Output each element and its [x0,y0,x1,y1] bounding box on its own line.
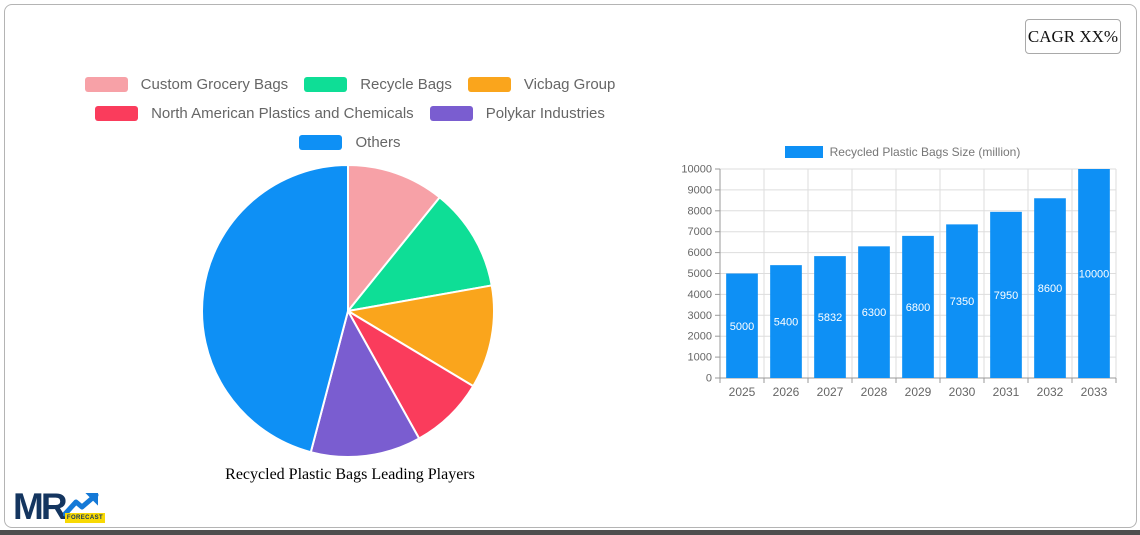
x-tick-label: 2027 [817,385,844,399]
legend-row: North American Plastics and Chemicals Pol… [0,99,700,128]
y-tick-label: 1000 [688,352,712,364]
legend-swatch [95,106,139,121]
x-tick-label: 2028 [861,385,888,399]
cagr-badge: CAGR XX% [1025,19,1121,54]
y-tick-label: 10000 [681,164,712,176]
x-tick-label: 2026 [773,385,800,399]
legend-swatch [299,135,343,150]
pie-legend-item[interactable]: Vicbag Group [467,76,616,93]
pie-chart [200,163,496,459]
legend-swatch [467,77,511,92]
legend-swatch [429,106,473,121]
legend-label: Vicbag Group [523,76,616,93]
bar-value-label: 5000 [730,321,754,333]
bar-value-label: 7950 [994,290,1018,302]
y-tick-label: 8000 [688,205,712,217]
bar-value-label: 7350 [950,296,974,308]
pie-legend-item[interactable]: Recycle Bags [304,76,452,93]
pie-legend-item[interactable]: Others [299,134,401,151]
bar-value-label: 6800 [906,302,930,314]
legend-swatch [784,146,823,158]
logo-mr-text: MR [13,486,68,527]
bar-chart: 0 1000 2000 3000 4000 5000 6000 7000 8000 9000 100… [680,163,1125,413]
brand-logo: MR FORECAST [13,486,105,528]
legend-label: Recycle Bags [360,76,452,93]
legend-row: Custom Grocery Bags Recycle Bags Vicbag Gr… [0,70,700,99]
y-tick-label: 0 [706,373,712,385]
legend-label: Polykar Industries [485,105,605,122]
y-tick-label: 5000 [688,268,712,280]
bar-value-label: 5832 [818,312,842,324]
x-tick-label: 2030 [949,385,976,399]
pie-title: Recycled Plastic Bags Leading Players [225,466,475,483]
pie-legend-item[interactable]: Custom Grocery Bags [84,76,289,93]
bar-value-label: 6300 [862,307,886,319]
x-tick-label: 2029 [905,385,932,399]
report-page: CAGR XX% Custom Grocery Bags Recycle Bags… [0,0,1140,535]
x-tick-label: 2033 [1081,385,1108,399]
y-tick-label: 2000 [688,331,712,343]
bar-chart-panel: Recycled Plastic Bags Size (million) 0 10… [680,143,1125,413]
x-tick-label: 2031 [993,385,1020,399]
pie-legend-item[interactable]: Polykar Industries [429,105,605,122]
legend-label: Custom Grocery Bags [140,76,289,93]
logo-forecast-badge: FORECAST [65,513,105,523]
legend-label: Others [355,134,401,151]
y-tick-label: 6000 [688,247,712,259]
window-bottom-edge [0,530,1140,535]
bar-value-label: 8600 [1038,283,1062,295]
legend-swatch [84,77,128,92]
y-tick-label: 7000 [688,226,712,238]
x-tick-label: 2025 [729,385,756,399]
bar-value-label: 5400 [774,317,798,329]
y-tick-label: 3000 [688,310,712,322]
legend-swatch [304,77,348,92]
legend-label: North American Plastics and Chemicals [151,105,414,122]
pie-legend: Custom Grocery Bags Recycle Bags Vicbag Gr… [0,70,700,157]
bar-legend[interactable]: Recycled Plastic Bags Size (million) [680,143,1125,161]
bar-value-label: 10000 [1079,269,1110,281]
y-tick-label: 9000 [688,184,712,196]
legend-row: Others [0,128,700,157]
y-tick-label: 4000 [688,289,712,301]
pie-legend-item[interactable]: North American Plastics and Chemicals [95,105,414,122]
bar-legend-label: Recycled Plastic Bags Size (million) [829,145,1021,159]
x-tick-label: 2032 [1037,385,1064,399]
